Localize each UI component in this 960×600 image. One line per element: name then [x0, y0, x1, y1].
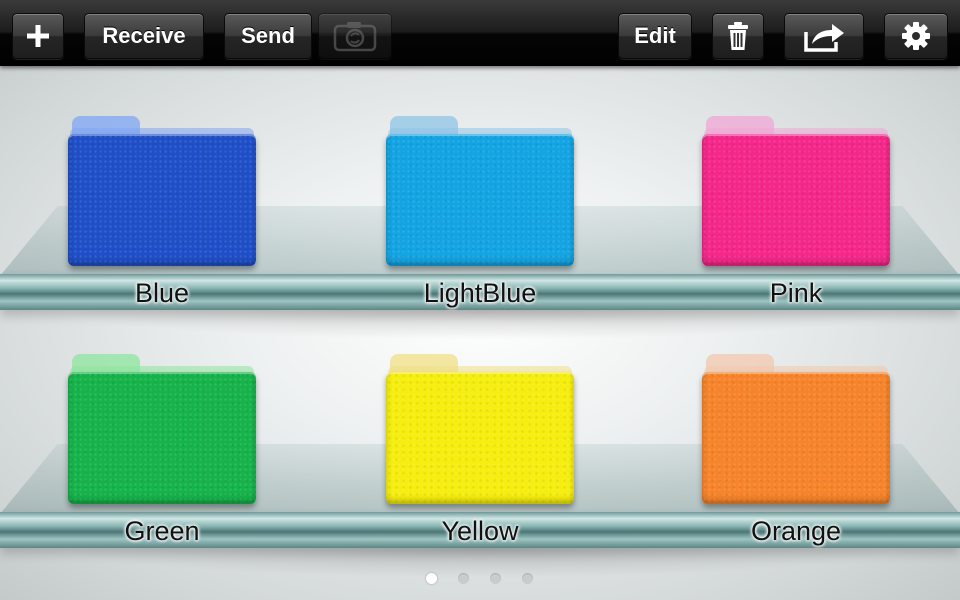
share-button[interactable] — [784, 13, 864, 59]
page-indicator[interactable] — [0, 573, 960, 587]
send-button[interactable]: Send — [224, 13, 312, 59]
folder-icon — [702, 134, 890, 266]
shelf-shadow — [60, 310, 900, 340]
page-dot[interactable] — [426, 573, 437, 584]
folder-icon — [68, 134, 256, 266]
share-icon — [804, 24, 844, 52]
receive-button[interactable]: Receive — [84, 13, 204, 59]
settings-button[interactable] — [884, 13, 948, 59]
folder-label: Blue — [134, 278, 190, 308]
camera-icon — [333, 22, 377, 52]
folder-icon — [386, 134, 574, 266]
folder-lightblue[interactable] — [386, 116, 574, 266]
folder-blue[interactable] — [68, 116, 256, 266]
folder-label: Orange — [750, 516, 842, 546]
page-dot[interactable] — [522, 573, 533, 584]
trash-button[interactable] — [712, 13, 764, 59]
folder-label: Yellow — [441, 516, 519, 546]
add-button[interactable] — [12, 13, 64, 59]
folder-yellow[interactable] — [386, 354, 574, 504]
folder-icon — [386, 372, 574, 504]
plus-icon — [27, 25, 49, 47]
edit-button[interactable]: Edit — [618, 13, 692, 59]
page-dot[interactable] — [458, 573, 469, 584]
toolbar: Receive Send Edit — [0, 0, 960, 66]
trash-icon — [728, 22, 748, 50]
folder-label: Pink — [769, 278, 823, 308]
gear-icon — [902, 22, 930, 50]
folder-pink[interactable] — [702, 116, 890, 266]
folder-icon — [702, 372, 890, 504]
folder-green[interactable] — [68, 354, 256, 504]
folder-label: LightBlue — [423, 278, 537, 308]
folder-icon — [68, 372, 256, 504]
folder-label: Green — [124, 516, 200, 546]
folder-orange[interactable] — [702, 354, 890, 504]
page-dot[interactable] — [490, 573, 501, 584]
camera-button[interactable] — [318, 13, 392, 59]
